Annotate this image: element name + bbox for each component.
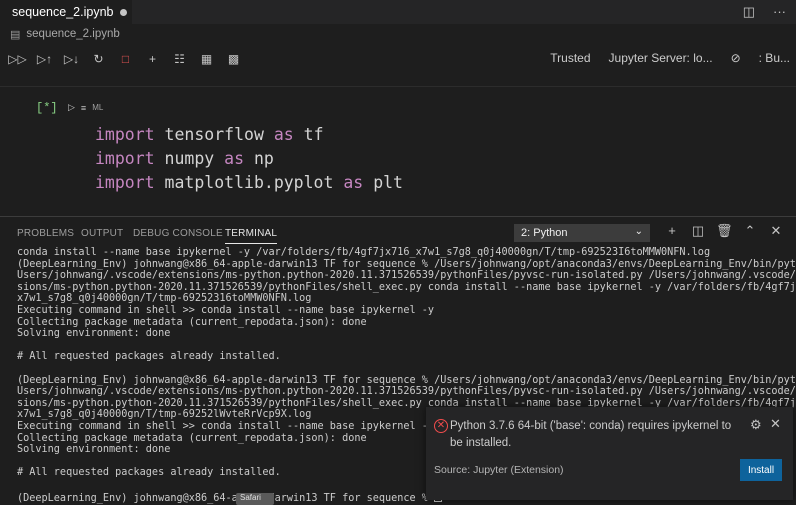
dock-tooltip: Safari	[236, 493, 274, 505]
add-cell-icon[interactable]: +	[140, 48, 165, 70]
tab-sequence-2[interactable]: sequence_2.ipynb	[0, 0, 132, 24]
clear-outputs-icon[interactable]: ▦	[194, 48, 219, 70]
terminal-line: (DeepLearning_Env) johnwang@x86_64-apple…	[17, 374, 796, 386]
cell-language[interactable]: ML	[92, 103, 103, 112]
jupyter-server-label[interactable]: Jupyter Server: lo...	[609, 51, 713, 65]
close-panel-icon[interactable]: ✕	[768, 223, 784, 239]
terminal-line: Users/johnwang/.vscode/extensions/ms-pyt…	[17, 386, 796, 398]
notification-message: Python 3.7.6 64-bit ('base': conda) requ…	[450, 420, 732, 449]
split-terminal-icon[interactable]: ◫	[690, 223, 706, 239]
terminal-line: Users/johnwang/.vscode/extensions/ms-pyt…	[17, 270, 796, 282]
terminal-select[interactable]: 2: Python ⌄	[514, 224, 650, 242]
editor-tab-bar: sequence_2.ipynb ◫ ···	[0, 0, 796, 24]
run-cell-icon[interactable]: ▷	[68, 102, 75, 113]
notification-source: Source: Jupyter (Extension)	[434, 464, 564, 476]
export-icon[interactable]: ▩	[221, 48, 246, 70]
terminal-line: conda install --name base ipykernel -y /…	[17, 247, 711, 258]
terminal-line: # All requested packages already install…	[17, 351, 281, 363]
notebook-area: [*] ▷ ≡ ML import tensorflow as tf impor…	[0, 74, 796, 216]
notebook-file-icon: ▤	[10, 28, 21, 41]
tab-output[interactable]: OUTPUT	[81, 228, 123, 239]
terminal-line: sions/ms-python.python-2020.11.371526539…	[17, 281, 796, 293]
terminal-line: Solving environment: done	[17, 328, 171, 340]
install-button[interactable]: Install	[740, 459, 782, 481]
tab-problems[interactable]: PROBLEMS	[17, 228, 74, 239]
error-icon: ✕	[434, 419, 448, 433]
code-line: import matplotlib.pyplot as plt	[95, 173, 403, 192]
tab-title: sequence_2.ipynb	[12, 5, 114, 19]
notebook-toolbar: ▷▷ ▷↑ ▷↓ ↻ □ + ☷ ▦ ▩ Trusted Jupyter Ser…	[0, 44, 796, 74]
notification-toast: ✕ Python 3.7.6 64-bit ('base': conda) re…	[426, 407, 793, 500]
code-line: import tensorflow as tf	[95, 125, 324, 144]
terminal-line: x7w1_s7g8_q0j40000gn/T/tmp-69252316toMMW…	[17, 293, 312, 305]
trusted-label[interactable]: Trusted	[550, 51, 590, 65]
terminal-line: Executing command in shell >> conda inst…	[17, 304, 435, 316]
interrupt-kernel-icon[interactable]: □	[113, 48, 138, 70]
variables-icon[interactable]: ☷	[167, 48, 192, 70]
terminal-line: (DeepLearning_Env) johnwang@x86_64-apple…	[17, 258, 796, 270]
breadcrumb: ▤ sequence_2.ipynb	[0, 24, 796, 44]
chevron-down-icon: ⌄	[634, 226, 643, 237]
restart-kernel-icon[interactable]: ↻	[86, 48, 111, 70]
tab-debug-console[interactable]: DEBUG CONSOLE	[133, 228, 223, 239]
kill-terminal-icon[interactable]: 🗑	[716, 223, 733, 239]
execution-count: [*]	[36, 101, 58, 115]
close-icon[interactable]: ✕	[770, 416, 781, 432]
run-by-line-icon[interactable]: ≡	[81, 103, 86, 113]
new-terminal-icon[interactable]: +	[664, 223, 680, 239]
unsaved-dot-icon[interactable]	[120, 9, 127, 16]
cell-divider	[0, 86, 796, 87]
more-actions-icon[interactable]: ···	[773, 4, 786, 20]
code-cell-editor[interactable]: import tensorflow as tf import numpy as …	[64, 118, 796, 216]
tab-terminal[interactable]: TERMINAL	[225, 228, 278, 244]
terminal-line: Collecting package metadata (current_rep…	[17, 316, 367, 328]
split-editor-icon[interactable]: ◫	[743, 4, 755, 20]
run-all-icon[interactable]: ▷▷	[5, 48, 30, 70]
maximize-panel-icon[interactable]: ⌃	[742, 223, 758, 239]
run-below-icon[interactable]: ▷↓	[59, 48, 84, 70]
code-line: import numpy as np	[95, 149, 274, 168]
run-above-icon[interactable]: ▷↑	[32, 48, 57, 70]
gear-icon[interactable]: ⚙	[750, 417, 762, 433]
kernel-label[interactable]: : Bu...	[759, 51, 790, 65]
disconnected-icon: ⊘	[730, 51, 741, 65]
breadcrumb-file[interactable]: sequence_2.ipynb	[26, 28, 119, 40]
